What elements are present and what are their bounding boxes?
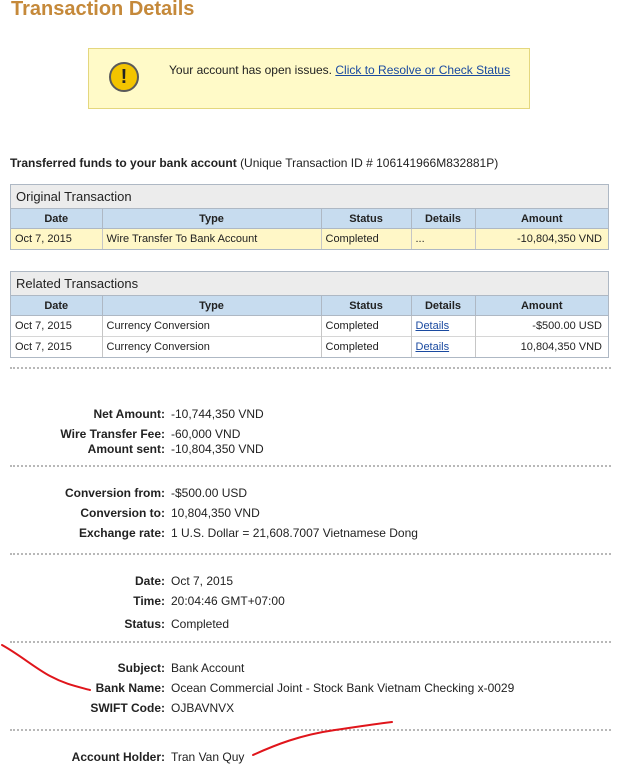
- divider: [10, 465, 611, 467]
- time-label: Time:: [133, 594, 165, 608]
- cell-details: Details: [410, 315, 475, 337]
- open-issues-alert: ! Your account has open issues. Click to…: [88, 48, 530, 109]
- net-amount-label: Net Amount:: [93, 407, 165, 421]
- cell-status: Completed: [320, 228, 411, 249]
- cell-date: Oct 7, 2015: [11, 336, 102, 357]
- original-transaction-table: Original Transaction Date Type Status De…: [10, 184, 609, 250]
- cell-date: Oct 7, 2015: [11, 315, 102, 337]
- bank-name-value: Ocean Commercial Joint - Stock Bank Viet…: [171, 681, 515, 695]
- original-transaction-caption: Original Transaction: [11, 185, 608, 209]
- table-row: Oct 7, 2015 Wire Transfer To Bank Accoun…: [11, 228, 608, 249]
- details-link[interactable]: Details: [416, 320, 450, 332]
- resolve-issues-link[interactable]: Click to Resolve or Check Status: [335, 63, 510, 77]
- amount-sent-row: Amount sent: -10,804,350 VND: [0, 442, 620, 458]
- bank-name-row: Bank Name: Ocean Commercial Joint - Stoc…: [0, 681, 620, 697]
- table-row: Oct 7, 2015 Currency Conversion Complete…: [11, 315, 608, 337]
- wire-fee-row: Wire Transfer Fee: -60,000 VND: [0, 427, 620, 443]
- conversion-from-value: -$500.00 USD: [171, 486, 248, 500]
- page-title: Transaction Details: [11, 0, 195, 20]
- related-transactions-table: Related Transactions Date Type Status De…: [10, 271, 609, 358]
- status-value: Completed: [171, 617, 230, 631]
- cell-type: Currency Conversion: [101, 315, 321, 337]
- alert-message: Your account has open issues. Click to R…: [169, 63, 510, 77]
- subject-label: Subject:: [117, 661, 165, 675]
- divider: [10, 553, 611, 555]
- conversion-from-label: Conversion from:: [64, 486, 165, 500]
- cell-details: ...: [410, 228, 475, 249]
- time-row: Time: 20:04:46 GMT+07:00: [0, 594, 620, 610]
- divider: [10, 729, 611, 731]
- cell-type: Currency Conversion: [101, 336, 321, 357]
- cell-date: Oct 7, 2015: [11, 228, 102, 249]
- wire-fee-label: Wire Transfer Fee:: [60, 427, 165, 441]
- date-row: Date: Oct 7, 2015: [0, 574, 620, 590]
- exchange-rate-label: Exchange rate:: [78, 526, 165, 540]
- col-details: Details: [410, 209, 475, 229]
- related-transactions-caption: Related Transactions: [11, 272, 608, 296]
- unique-transaction-id: (Unique Transaction ID # 106141966M83288…: [240, 156, 499, 170]
- account-holder-label: Account Holder:: [71, 750, 165, 764]
- divider: [10, 367, 611, 369]
- swift-code-value: OJBAVNVX: [171, 701, 235, 715]
- status-label: Status:: [124, 617, 165, 631]
- conversion-from-row: Conversion from: -$500.00 USD: [0, 486, 620, 502]
- amount-sent-value: -10,804,350 VND: [171, 442, 264, 456]
- table-row: Oct 7, 2015 Currency Conversion Complete…: [11, 336, 608, 357]
- net-amount-row: Net Amount: -10,744,350 VND: [0, 407, 620, 423]
- cell-details: Details: [410, 336, 475, 357]
- col-details: Details: [410, 296, 475, 316]
- wire-fee-value: -60,000 VND: [171, 427, 241, 441]
- status-row: Status: Completed: [0, 617, 620, 633]
- conversion-to-value: 10,804,350 VND: [171, 506, 260, 520]
- col-date: Date: [11, 296, 102, 316]
- cell-amount: -$500.00 USD: [474, 315, 608, 337]
- exchange-rate-value: 1 U.S. Dollar = 21,608.7007 Vietnamese D…: [171, 526, 418, 540]
- col-type: Type: [101, 209, 321, 229]
- col-status: Status: [320, 209, 411, 229]
- cell-amount: -10,804,350 VND: [474, 228, 608, 249]
- subject-row: Subject: Bank Account: [0, 661, 620, 677]
- account-holder-value: Tran Van Quy: [171, 750, 245, 764]
- cell-type: Wire Transfer To Bank Account: [101, 228, 321, 249]
- time-value: 20:04:46 GMT+07:00: [171, 594, 285, 608]
- net-amount-value: -10,744,350 VND: [171, 407, 264, 421]
- transaction-intro: Transferred funds to your bank account (…: [10, 156, 498, 170]
- col-date: Date: [11, 209, 102, 229]
- cell-status: Completed: [320, 315, 411, 337]
- conversion-to-label: Conversion to:: [80, 506, 165, 520]
- conversion-to-row: Conversion to: 10,804,350 VND: [0, 506, 620, 522]
- intro-heading: Transferred funds to your bank account: [10, 156, 237, 170]
- red-annotation-marks: [1, 644, 393, 756]
- bank-name-label: Bank Name:: [95, 681, 165, 695]
- date-label: Date:: [134, 574, 165, 588]
- cell-amount: 10,804,350 VND: [474, 336, 608, 357]
- details-link[interactable]: Details: [416, 341, 450, 353]
- subject-value: Bank Account: [171, 661, 245, 675]
- col-amount: Amount: [474, 296, 608, 316]
- swift-code-row: SWIFT Code: OJBAVNVX: [0, 701, 620, 717]
- account-holder-row: Account Holder: Tran Van Quy: [0, 750, 620, 766]
- col-status: Status: [320, 296, 411, 316]
- exchange-rate-row: Exchange rate: 1 U.S. Dollar = 21,608.70…: [0, 526, 620, 542]
- warning-icon: !: [109, 62, 139, 92]
- swift-code-label: SWIFT Code:: [90, 701, 165, 715]
- divider: [10, 641, 611, 643]
- alert-message-text: Your account has open issues.: [169, 63, 333, 77]
- amount-sent-label: Amount sent:: [87, 442, 165, 456]
- cell-status: Completed: [320, 336, 411, 357]
- col-amount: Amount: [474, 209, 608, 229]
- date-value: Oct 7, 2015: [171, 574, 234, 588]
- col-type: Type: [101, 296, 321, 316]
